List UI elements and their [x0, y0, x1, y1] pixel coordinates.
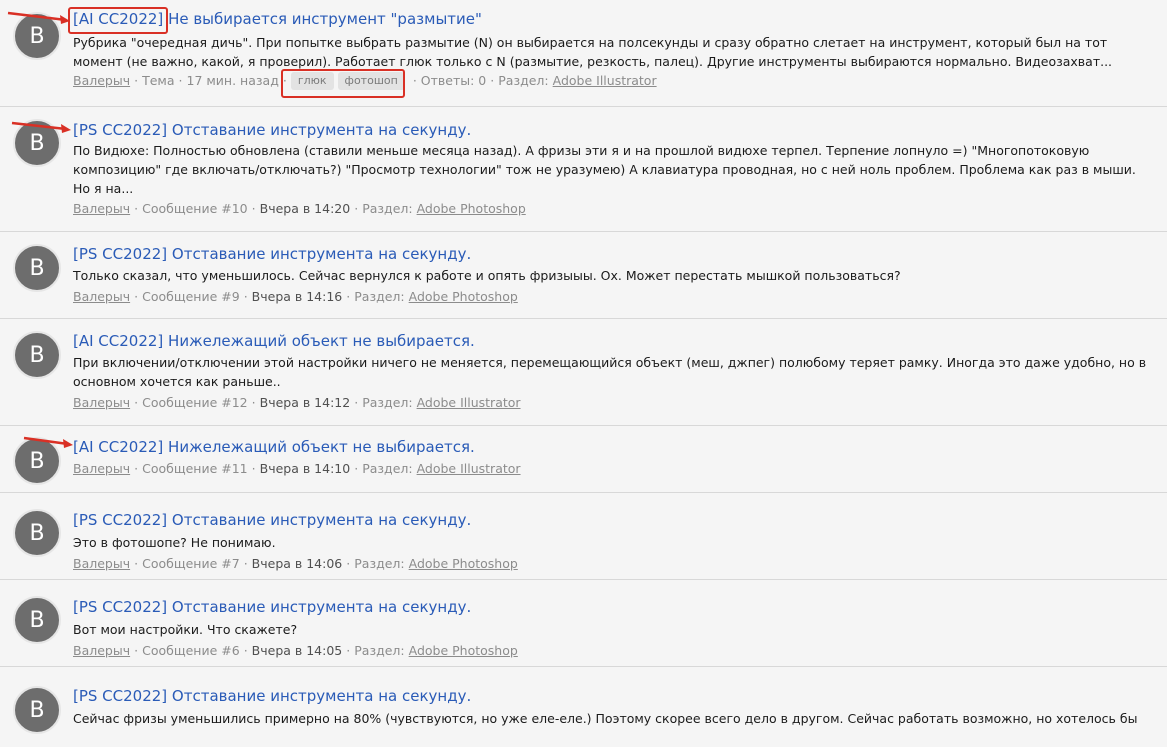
result-title-link[interactable]: [PS CC2022] Отставание инструмента на се…	[73, 511, 471, 529]
search-result: B [PS CC2022] Отставание инструмента на …	[0, 107, 1167, 232]
result-meta: Валерыч · Сообщение #11 · Вчера в 14:10 …	[73, 460, 521, 478]
search-result: B [PS CC2022] Отставание инструмента на …	[0, 580, 1167, 667]
separator: ·	[243, 643, 248, 658]
time: Вчера в 14:10	[259, 461, 351, 476]
separator: ·	[251, 201, 256, 216]
time: Вчера в 14:20	[259, 201, 351, 216]
separator: ·	[134, 461, 139, 476]
result-meta: Валерыч · Сообщение #10 · Вчера в 14:20 …	[73, 200, 526, 218]
highlight-box	[68, 7, 168, 34]
author-link[interactable]: Валерыч	[73, 394, 130, 412]
result-title-link[interactable]: [PS CC2022] Отставание инструмента на се…	[73, 598, 471, 616]
section-label: Раздел:	[354, 556, 405, 571]
author-link[interactable]: Валерыч	[73, 288, 130, 306]
author-link[interactable]: Валерыч	[73, 555, 130, 573]
result-meta: Валерыч · Сообщение #7 · Вчера в 14:06 ·…	[73, 555, 518, 573]
section-label: Раздел:	[354, 643, 405, 658]
result-title-link[interactable]: [AI CC2022] Нижележащий объект не выбира…	[73, 438, 475, 456]
result-snippet: При включении/отключении этой настройки …	[73, 355, 1147, 389]
author-link[interactable]: Валерыч	[73, 642, 130, 660]
avatar[interactable]: B	[13, 331, 61, 379]
search-result: B [AI CC2022] Не выбирается инструмент "…	[0, 0, 1167, 107]
result-snippet: Это в фотошопе? Не понимаю.	[73, 535, 276, 550]
author-link[interactable]: Валерыч	[73, 460, 130, 478]
section-link[interactable]: Adobe Photoshop	[409, 555, 518, 573]
separator: ·	[134, 395, 139, 410]
section-label: Раздел:	[498, 73, 549, 88]
replies-count: Ответы: 0	[420, 73, 487, 88]
avatar[interactable]: B	[13, 686, 61, 734]
separator: ·	[346, 289, 351, 304]
time: Вчера в 14:12	[259, 395, 351, 410]
separator: ·	[354, 201, 359, 216]
separator: ·	[134, 289, 139, 304]
search-result: B [AI CC2022] Нижележащий объект не выби…	[0, 319, 1167, 426]
result-title-link[interactable]: [AI CC2022] Нижележащий объект не выбира…	[73, 332, 475, 350]
message-number: Сообщение #9	[142, 289, 240, 304]
section-label: Раздел:	[354, 289, 405, 304]
author-link[interactable]: Валерыч	[73, 200, 130, 218]
message-number: Сообщение #10	[142, 201, 248, 216]
result-title-link[interactable]: [PS CC2022] Отставание инструмента на се…	[73, 121, 471, 139]
section-label: Раздел:	[362, 395, 413, 410]
content-type: Тема	[142, 73, 175, 88]
separator: ·	[134, 73, 139, 88]
separator: ·	[346, 556, 351, 571]
message-number: Сообщение #6	[142, 643, 240, 658]
result-meta: Валерыч · Сообщение #12 · Вчера в 14:12 …	[73, 394, 521, 412]
section-link[interactable]: Adobe Photoshop	[417, 200, 526, 218]
separator: ·	[134, 643, 139, 658]
separator: ·	[178, 73, 183, 88]
result-snippet: Рубрика "очередная дичь". При попытке вы…	[73, 35, 1113, 69]
search-result: B [AI CC2022] Нижележащий объект не выби…	[0, 426, 1167, 493]
time: 17 мин. назад	[186, 73, 279, 88]
result-snippet: Вот мои настройки. Что скажете?	[73, 622, 298, 637]
result-title-link[interactable]: [PS CC2022] Отставание инструмента на се…	[73, 687, 471, 705]
separator: ·	[251, 461, 256, 476]
time: Вчера в 14:16	[251, 289, 343, 304]
avatar[interactable]: B	[13, 244, 61, 292]
separator: ·	[243, 289, 248, 304]
search-result: B [PS CC2022] Отставание инструмента на …	[0, 493, 1167, 580]
title-rest[interactable]: Не выбирается инструмент "размытие"	[168, 10, 482, 28]
time: Вчера в 14:06	[251, 556, 343, 571]
message-number: Сообщение #12	[142, 395, 248, 410]
section-link[interactable]: Adobe Photoshop	[409, 642, 518, 660]
section-link[interactable]: Adobe Illustrator	[417, 460, 521, 478]
annotation-arrow-icon	[7, 11, 70, 24]
annotation-arrow-icon	[11, 121, 71, 133]
result-snippet: По Видюхе: Полностью обновлена (ставили …	[73, 143, 1136, 196]
time: Вчера в 14:05	[251, 643, 343, 658]
avatar[interactable]: B	[13, 509, 61, 557]
result-snippet: Только сказал, что уменьшилось. Сейчас в…	[73, 268, 901, 283]
message-number: Сообщение #7	[142, 556, 240, 571]
separator: ·	[354, 395, 359, 410]
author-link[interactable]: Валерыч	[73, 72, 130, 90]
avatar[interactable]: B	[13, 596, 61, 644]
section-link[interactable]: Adobe Illustrator	[553, 72, 657, 90]
separator: ·	[251, 395, 256, 410]
result-meta: Валерыч · Сообщение #6 · Вчера в 14:05 ·…	[73, 642, 518, 660]
section-label: Раздел:	[362, 461, 413, 476]
highlight-box	[281, 69, 405, 98]
message-number: Сообщение #11	[142, 461, 248, 476]
result-title-link[interactable]: [PS CC2022] Отставание инструмента на се…	[73, 245, 471, 263]
separator: ·	[412, 73, 417, 88]
separator: ·	[354, 461, 359, 476]
section-link[interactable]: Adobe Illustrator	[417, 394, 521, 412]
annotation-arrow-icon	[23, 436, 73, 448]
result-snippet: Сейчас фризы уменьшились примерно на 80%…	[73, 711, 1138, 726]
separator: ·	[134, 201, 139, 216]
result-meta: Валерыч · Сообщение #9 · Вчера в 14:16 ·…	[73, 288, 518, 306]
separator: ·	[134, 556, 139, 571]
section-label: Раздел:	[362, 201, 413, 216]
separator: ·	[490, 73, 495, 88]
section-link[interactable]: Adobe Photoshop	[409, 288, 518, 306]
search-result: B [PS CC2022] Отставание инструмента на …	[0, 232, 1167, 319]
separator: ·	[346, 643, 351, 658]
search-result: B [PS CC2022] Отставание инструмента на …	[0, 667, 1167, 747]
separator: ·	[243, 556, 248, 571]
